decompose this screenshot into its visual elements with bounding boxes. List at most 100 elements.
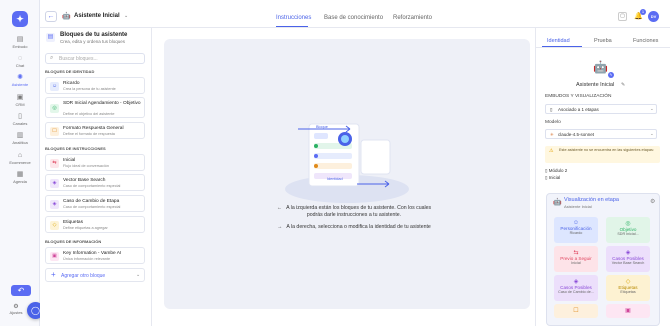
blocks-title: Bloques de tu asistente <box>60 32 128 38</box>
block-card-key-info[interactable]: ▣ Key Information - Vambe AI Única infor… <box>45 247 145 264</box>
funnels-select[interactable]: ▯ Asociado a 1 etapas ⌄ <box>545 104 657 114</box>
nav-ecommerce[interactable]: ⌂ Ecommerce <box>0 152 40 165</box>
assistant-selector[interactable]: Asistente Inicial <box>74 13 120 19</box>
block-card-vector[interactable]: ◈ Vector Base Search Caso de comportamie… <box>45 174 145 191</box>
block-card-cambio-etapa[interactable]: ◈ Caso de Cambio de Etapa Caso de compor… <box>45 195 145 212</box>
edit-avatar-icon[interactable]: ✎ <box>608 72 614 78</box>
robot-icon: 🤖 <box>593 60 608 74</box>
pencil-icon[interactable]: ✎ <box>621 82 625 88</box>
tabs-divider <box>536 47 670 48</box>
block-card-inicial[interactable]: ⇆ Inicial Flujo ideal de conversación <box>45 154 145 171</box>
viz-tile-etiquetas[interactable]: ◇ Etiquetas Etiquetas <box>606 275 650 301</box>
assistant-icon: ✺ <box>17 74 23 81</box>
tab-reforzamiento[interactable]: Reforzamiento <box>393 15 432 21</box>
tab-identidad[interactable]: Identidad <box>547 38 570 44</box>
viz-tile-casos-1[interactable]: ◈ Casos Posibles Vector Base Search <box>606 246 650 272</box>
viz-tile-personificacion[interactable]: ☺ Personificación Ricardo <box>554 217 598 243</box>
nav-embudo[interactable]: ▤ Embudo <box>0 36 40 49</box>
flow-icon: ⇆ <box>573 250 579 256</box>
instructions-canvas: Bloque Identidad ← A la izquierda están l… <box>164 39 530 309</box>
module-item: ▯ Inicial <box>545 175 561 180</box>
crm-icon: ▣ <box>16 94 24 101</box>
diagram-label-bloque: Bloque <box>316 125 328 129</box>
assistant-name: Asistente Inicial <box>576 82 615 88</box>
block-card-etiquetas[interactable]: ◇ Etiquetas Define etiquetas a agregar <box>45 216 145 233</box>
target-icon: ◎ <box>625 221 631 227</box>
layers-icon: ◈ <box>573 279 579 285</box>
calendar-icon: ▦ <box>16 171 24 178</box>
chevron-down-icon: ⌄ <box>136 272 141 278</box>
funnel-icon: ▤ <box>16 36 24 43</box>
viz-tile-objetivo[interactable]: ◎ Objetivo SDR Inicial... <box>606 217 650 243</box>
search-input[interactable] <box>59 55 139 63</box>
add-block-button[interactable]: + Agregar otro bloque ⌄ <box>45 268 145 282</box>
notification-badge: 1 <box>640 9 646 15</box>
blocks-illustration: Bloque Identidad <box>285 123 409 203</box>
back-button[interactable]: ← <box>45 11 57 22</box>
layers-icon: ◈ <box>50 200 59 209</box>
tab-base-conocimiento[interactable]: Base de conocimiento <box>324 15 383 21</box>
model-label: Modelo <box>545 120 561 125</box>
info-icon: ▣ <box>625 308 631 314</box>
tag-icon: ◇ <box>50 221 59 230</box>
nav-asistente[interactable]: ✺ Asistente <box>0 74 40 87</box>
viz-tile-casos-2[interactable]: ◈ Casos Posibles Caso de Cambio de... <box>554 275 598 301</box>
viz-tile-more-2[interactable]: ▣ <box>606 304 650 318</box>
chart-icon: ▥ <box>16 132 24 139</box>
tab-funciones[interactable]: Funciones <box>633 38 658 44</box>
viz-tile-more-1[interactable]: ☐ <box>554 304 598 318</box>
settings-icon[interactable]: ⚙ <box>650 198 655 205</box>
nav-canales[interactable]: ▯ Canales <box>0 113 40 126</box>
help-text-left: ← A la izquierda están los bloques de tu … <box>276 205 432 218</box>
chevron-down-icon: ⌄ <box>650 106 654 111</box>
nav-crm[interactable]: ▣ CRM <box>0 94 40 107</box>
app-logo[interactable]: ✦ <box>12 11 28 27</box>
blocks-icon: ▤ <box>46 33 55 42</box>
viz-subtitle: Asistente Inicial <box>564 204 592 209</box>
plus-icon: + <box>51 270 56 279</box>
tab-instrucciones[interactable]: Instrucciones <box>276 15 311 21</box>
phone-icon: ▯ <box>550 107 553 112</box>
stage-visualization: 🤖 Visualización en etapa Asistente Inici… <box>546 193 660 326</box>
identity-panel: Identidad Prueba Funciones 🤖 ✎ Asistente… <box>535 28 670 326</box>
section-title: BLOQUES DE INSTRUCCIONES <box>45 146 106 151</box>
nav-chat[interactable]: ◌ Chat <box>0 55 40 68</box>
left-nav-rail: ✦ ▤ Embudo ◌ Chat ✺ Asistente ▣ CRM ▯ Canales… <box>0 0 40 326</box>
undo-button[interactable]: ↶ <box>11 285 31 296</box>
search-icon: ⌕ <box>50 55 54 61</box>
section-title: BLOQUES DE IDENTIDAD <box>45 69 95 74</box>
help-text-right: → A la derecha, selecciona o modifica la … <box>277 224 431 230</box>
block-card-objetivo[interactable]: ◎ SDR Inicial Agendamiento - Objetivo De… <box>45 97 145 118</box>
search-field[interactable]: ⌕ <box>45 53 145 64</box>
section-title: BLOQUES DE INFORMACIÓN <box>45 239 102 244</box>
warning-box: ⚠ Este asistente no se encuentra en las … <box>545 146 660 163</box>
format-icon: ☐ <box>573 308 579 314</box>
claude-icon: ✳ <box>550 132 554 137</box>
chevron-down-icon[interactable]: ⌄ <box>124 13 128 19</box>
format-icon: ☐ <box>50 127 59 136</box>
chat-icon: ◌ <box>17 55 23 62</box>
model-select[interactable]: ✳ claude-4.5-sonnet ⌄ <box>545 129 657 139</box>
nav-analitica[interactable]: ▥ Analítica <box>0 132 40 145</box>
avatar[interactable]: DV <box>648 11 659 22</box>
nav-agenda[interactable]: ▦ Agenda <box>0 171 40 184</box>
viz-tile-previo[interactable]: ⇆ Previo a Seguir Inicial <box>554 246 598 272</box>
target-icon: ◎ <box>50 104 59 113</box>
arrow-left-icon: ← <box>276 205 283 211</box>
diagram-label-identidad: Identidad <box>327 177 343 181</box>
cart-icon: ⌂ <box>17 152 23 159</box>
block-card-ricardo[interactable]: ☺ Ricardo Crea la persona de tu asistent… <box>45 77 145 94</box>
robot-icon: 🤖 <box>553 199 562 206</box>
tab-prueba[interactable]: Prueba <box>594 38 612 44</box>
arrow-right-icon: → <box>277 224 283 230</box>
blocks-panel: ▤ Bloques de tu asistente Crea, edita y … <box>40 28 152 326</box>
block-card-formato[interactable]: ☐ Formato Respuesta General Define el fo… <box>45 122 145 139</box>
warning-icon: ⚠ <box>549 148 554 154</box>
info-icon: ▣ <box>50 252 59 261</box>
help-icon[interactable]: ▢ <box>618 12 627 21</box>
phone-icon: ▯ <box>18 113 22 120</box>
flow-icon: ⇆ <box>50 159 59 168</box>
layers-icon: ◈ <box>625 250 631 256</box>
nav-ajustes[interactable]: ⚙ Ajustes <box>6 303 26 315</box>
chevron-down-icon: ⌄ <box>650 131 654 136</box>
